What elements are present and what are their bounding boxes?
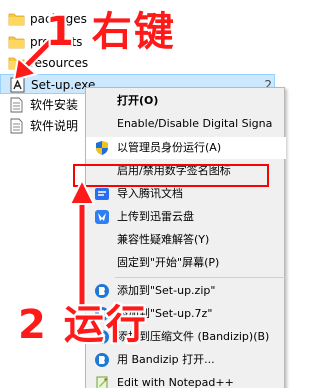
menu-item-add-zip[interactable]: 添加到"Set-up.zip" [86,280,286,302]
menu-item-label: 导入腾讯文档 [117,187,183,200]
file-name: resources [30,56,89,70]
menu-item-edit-notepadpp[interactable]: Edit with Notepad++ [86,372,286,388]
menu-item-toggle-signature[interactable]: Enable/Disable Digital Signa [86,113,286,135]
menu-item-open-with-bandizip[interactable]: 用 Bandizip 打开... [86,349,286,371]
file-name: 软件说明 [30,119,79,133]
notepad-plus-plus-icon [96,376,108,388]
file-name: 软件安装 [30,98,79,112]
folder-icon [8,36,25,49]
menu-item-label: 以管理员身份运行(A) [117,141,222,154]
file-row-resources[interactable]: resources [0,53,275,73]
annotation-step-1-right-click: 1 右键 [46,9,176,55]
document-icon [10,97,23,113]
bandizip-icon [95,284,109,298]
menu-item-label: 用 Bandizip 打开... [117,353,215,366]
menu-item-label: 固定到"开始"屏幕(P) [117,256,220,269]
highlight-box-run-as-admin [73,164,269,187]
menu-separator [115,277,285,278]
menu-item-run-as-admin[interactable]: 以管理员身份运行(A) [86,137,286,159]
menu-item-label: 兼容性疑难解答(Y) [117,233,210,246]
menu-item-label: 打开(O) [117,94,159,107]
bandizip-icon [95,353,109,367]
menu-item-label: Edit with Notepad++ [117,376,234,388]
folder-icon [8,13,25,26]
menu-item-pin-to-start[interactable]: 固定到"开始"屏幕(P) [86,252,286,274]
menu-item-upload-thunder[interactable]: 上传到迅雷云盘 [86,206,286,228]
thunder-icon [95,210,109,224]
document-icon [10,118,23,134]
annotation-step-2-run: 2 运行 [18,302,148,348]
menu-item-open[interactable]: 打开(O) [86,90,286,112]
menu-item-label: 添加到"Set-up.zip" [117,284,216,297]
menu-item-compat-troubleshoot[interactable]: 兼容性疑难解答(Y) [86,229,286,251]
menu-item-label: 上传到迅雷云盘 [117,210,194,223]
menu-item-label: Enable/Disable Digital Signa [117,117,273,130]
uac-shield-icon [96,141,108,155]
exe-file-icon [10,77,25,93]
folder-icon [8,57,25,70]
tencent-docs-icon [95,188,109,200]
